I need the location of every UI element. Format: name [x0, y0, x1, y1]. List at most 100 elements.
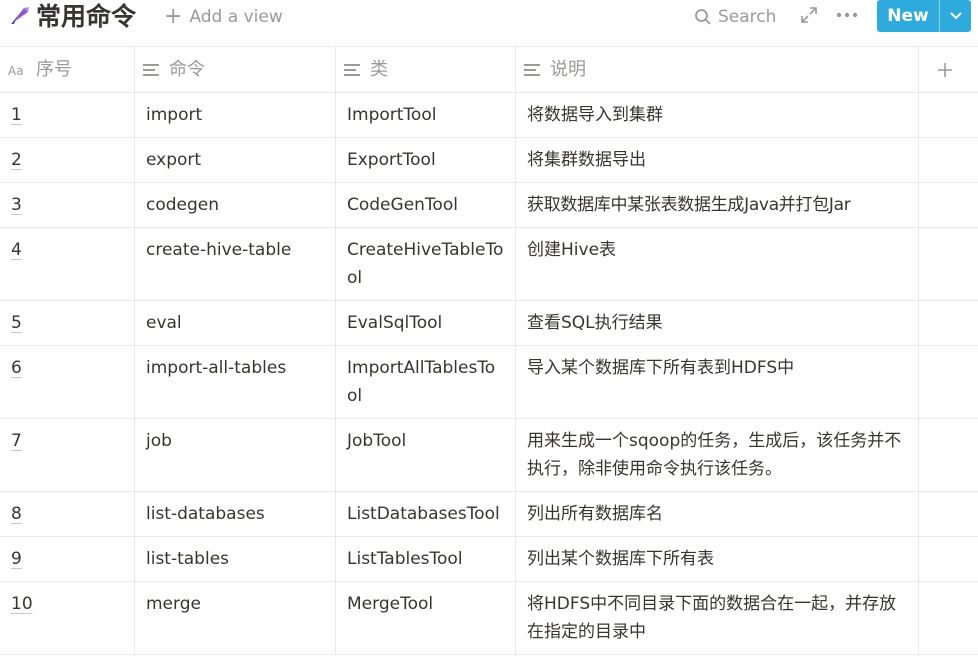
table-row[interactable]: 2 export ExportTool 将集群数据导出: [0, 138, 978, 183]
svg-text:Aa: Aa: [8, 64, 24, 77]
cell-command[interactable]: list-tables: [135, 537, 336, 581]
cell-number[interactable]: 1: [0, 93, 135, 137]
expand-icon[interactable]: [800, 6, 818, 24]
cell-class[interactable]: CreateHiveTableTool: [336, 228, 516, 300]
add-column-button[interactable]: [919, 47, 978, 92]
text-property-icon: [143, 63, 159, 76]
column-header-label: 命令: [169, 58, 205, 80]
row-number[interactable]: 9: [11, 549, 22, 569]
cell-command[interactable]: list-databases: [135, 492, 336, 536]
cell-command[interactable]: codegen: [135, 183, 336, 227]
table-row[interactable]: 5 eval EvalSqlTool 查看SQL执行结果: [0, 301, 978, 346]
cell-class[interactable]: ExportTool: [336, 138, 516, 182]
text-property-icon: [344, 63, 360, 76]
umbrella-icon: [11, 7, 29, 24]
cell-empty: [919, 301, 978, 345]
cell-command[interactable]: import-all-tables: [135, 346, 336, 418]
page-title: 常用命令: [36, 2, 137, 31]
column-header-label: 序号: [36, 58, 72, 80]
row-number[interactable]: 8: [11, 504, 22, 524]
plus-icon: [937, 62, 952, 77]
cell-description[interactable]: 将HDFS中不同目录下面的数据合在一起，并存放在指定的目录中: [516, 582, 919, 654]
cell-class[interactable]: CodeGenTool: [336, 183, 516, 227]
cell-description[interactable]: 导入某个数据库下所有表到HDFS中: [516, 346, 919, 418]
search-button[interactable]: Search: [694, 4, 776, 30]
cell-class[interactable]: ListDatabasesTool: [336, 492, 516, 536]
add-view-button[interactable]: + Add a view: [164, 4, 283, 30]
cell-class[interactable]: ImportTool: [336, 93, 516, 137]
cell-number[interactable]: 5: [0, 301, 135, 345]
table-row[interactable]: 7 job JobTool 用来生成一个sqoop的任务，生成后，该任务并不执行…: [0, 419, 978, 492]
more-icon[interactable]: [836, 6, 858, 24]
cell-class[interactable]: ImportAllTablesTool: [336, 346, 516, 418]
table-row[interactable]: 10 merge MergeTool 将HDFS中不同目录下面的数据合在一起，并…: [0, 582, 978, 655]
add-view-label: Add a view: [189, 7, 283, 27]
cell-description[interactable]: 将集群数据导出: [516, 138, 919, 182]
cell-description[interactable]: 列出某个数据库下所有表: [516, 537, 919, 581]
column-header-description[interactable]: 说明: [516, 47, 919, 92]
cell-number[interactable]: 8: [0, 492, 135, 536]
new-button[interactable]: New: [877, 0, 971, 32]
cell-description[interactable]: 获取数据库中某张表数据生成Java并打包Jar: [516, 183, 919, 227]
cell-class[interactable]: JobTool: [336, 419, 516, 491]
cell-empty: [919, 537, 978, 581]
row-number[interactable]: 3: [11, 195, 22, 215]
cell-empty: [919, 183, 978, 227]
cell-number[interactable]: 3: [0, 183, 135, 227]
cell-number[interactable]: 7: [0, 419, 135, 491]
row-number[interactable]: 10: [11, 594, 33, 614]
cell-command[interactable]: export: [135, 138, 336, 182]
cell-command[interactable]: eval: [135, 301, 336, 345]
cell-empty: [919, 492, 978, 536]
plus-icon: +: [164, 4, 183, 29]
top-bar: 常用命令 + Add a view Search New: [0, 0, 978, 36]
cell-description[interactable]: 查看SQL执行结果: [516, 301, 919, 345]
table-row[interactable]: 6 import-all-tables ImportAllTablesTool …: [0, 346, 978, 419]
row-number[interactable]: 7: [11, 431, 22, 451]
cell-command[interactable]: job: [135, 419, 336, 491]
cell-empty: [919, 138, 978, 182]
table-header: Aa 序号 命令 类 说明: [0, 46, 978, 93]
column-header-number[interactable]: Aa 序号: [0, 47, 135, 92]
cell-empty: [919, 419, 978, 491]
table-row[interactable]: 3 codegen CodeGenTool 获取数据库中某张表数据生成Java并…: [0, 183, 978, 228]
search-icon: [695, 9, 711, 25]
cell-empty: [919, 228, 978, 300]
column-header-label: 说明: [550, 58, 586, 80]
cell-number[interactable]: 10: [0, 582, 135, 654]
cell-number[interactable]: 9: [0, 537, 135, 581]
cell-empty: [919, 93, 978, 137]
table-row[interactable]: 4 create-hive-table CreateHiveTableTool …: [0, 228, 978, 301]
table-row[interactable]: 9 list-tables ListTablesTool 列出某个数据库下所有表: [0, 537, 978, 582]
cell-description[interactable]: 将数据导入到集群: [516, 93, 919, 137]
column-header-class[interactable]: 类: [336, 47, 516, 92]
cell-empty: [919, 346, 978, 418]
table-row[interactable]: 8 list-databases ListDatabasesTool 列出所有数…: [0, 492, 978, 537]
cell-description[interactable]: 列出所有数据库名: [516, 492, 919, 536]
table-row[interactable]: 1 import ImportTool 将数据导入到集群: [0, 93, 978, 138]
row-number[interactable]: 2: [11, 150, 22, 170]
cell-class[interactable]: EvalSqlTool: [336, 301, 516, 345]
cell-command[interactable]: merge: [135, 582, 336, 654]
cell-number[interactable]: 2: [0, 138, 135, 182]
row-number[interactable]: 6: [11, 358, 22, 378]
search-label: Search: [718, 7, 777, 27]
cell-class[interactable]: MergeTool: [336, 582, 516, 654]
cell-description[interactable]: 创建Hive表: [516, 228, 919, 300]
cell-command[interactable]: create-hive-table: [135, 228, 336, 300]
row-number[interactable]: 1: [11, 105, 22, 125]
column-header-label: 类: [370, 58, 388, 80]
cell-number[interactable]: 6: [0, 346, 135, 418]
cell-empty: [919, 582, 978, 654]
cell-class[interactable]: ListTablesTool: [336, 537, 516, 581]
title-property-icon: Aa: [8, 64, 24, 77]
cell-command[interactable]: import: [135, 93, 336, 137]
row-number[interactable]: 5: [11, 313, 22, 333]
cell-description[interactable]: 用来生成一个sqoop的任务，生成后，该任务并不执行，除非使用命令执行该任务。: [516, 419, 919, 491]
chevron-down-icon[interactable]: [940, 0, 971, 32]
cell-number[interactable]: 4: [0, 228, 135, 300]
column-header-command[interactable]: 命令: [135, 47, 336, 92]
database-table: Aa 序号 命令 类 说明 1 import ImportTool 将数据导入到…: [0, 46, 978, 655]
new-button-label: New: [887, 6, 929, 26]
row-number[interactable]: 4: [11, 240, 22, 260]
